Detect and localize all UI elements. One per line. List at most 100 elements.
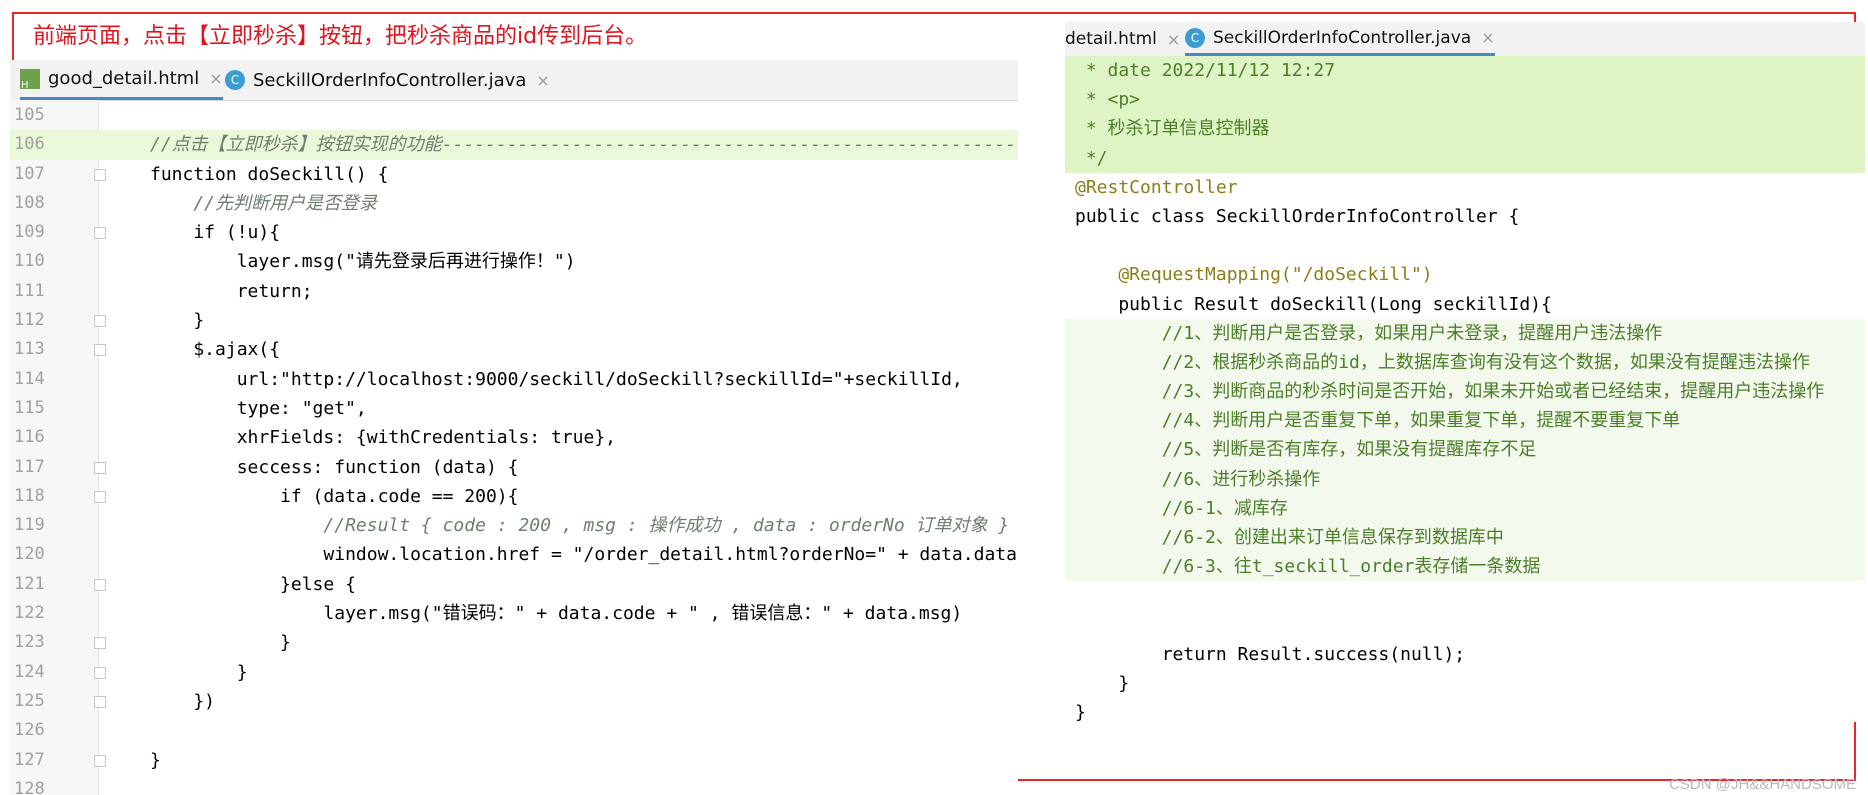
left-code-area[interactable]: 105 106 //点击【立即秒杀】按钮实现的功能-----------------… xyxy=(10,101,1018,795)
code-line[interactable]: public class SeckillOrderInfoController … xyxy=(1065,202,1865,231)
code-line[interactable]: //6-3、往t_seckill_order表存储一条数据 xyxy=(1065,552,1865,582)
line-number: 119 xyxy=(14,515,45,536)
tab-detail-html[interactable]: detail.html × xyxy=(1065,22,1180,56)
code-line[interactable]: * date 2022/11/12 12:27 xyxy=(1065,56,1865,86)
line-number: 122 xyxy=(14,603,45,624)
code-text: //1、判断用户是否登录，如果用户未登录，提醒用户违法操作 xyxy=(1075,322,1663,344)
line-number: 118 xyxy=(14,485,45,506)
code-line[interactable]: 120 window.location.href = "/order_detai… xyxy=(10,540,1018,569)
code-line[interactable]: * 秒杀订单信息控制器 xyxy=(1065,114,1865,144)
code-line[interactable]: 111 return; xyxy=(10,277,1018,306)
code-line[interactable]: */ xyxy=(1065,143,1865,173)
right-code-area[interactable]: * date 2022/11/12 12:27 * <p> * 秒杀订单信息控制… xyxy=(1065,56,1865,722)
code-text: //2、根据秒杀商品的id，上数据库查询有没有这个数据，如果没有提醒违法操作 xyxy=(1075,351,1810,373)
fold-marker-icon[interactable] xyxy=(94,461,106,474)
code-text: layer.msg("请先登录后再进行操作！") xyxy=(150,251,576,273)
code-line[interactable]: 110 layer.msg("请先登录后再进行操作！") xyxy=(10,247,1018,276)
fold-marker-icon[interactable] xyxy=(94,227,106,240)
code-text: function doSeckill() { xyxy=(150,163,389,185)
code-line[interactable]: 128 xyxy=(10,775,1018,795)
code-line[interactable]: 118 if (data.code == 200){ xyxy=(10,482,1018,511)
line-number: 106 xyxy=(14,134,45,155)
line-number: 114 xyxy=(14,368,45,389)
code-line[interactable]: 121 }else { xyxy=(10,570,1018,599)
code-text: //6、进行秒杀操作 xyxy=(1075,468,1321,490)
code-line[interactable]: //2、根据秒杀商品的id，上数据库查询有没有这个数据，如果没有提醒违法操作 xyxy=(1065,347,1865,378)
code-line[interactable]: //5、判断是否有库存，如果没有提醒库存不足 xyxy=(1065,435,1865,465)
code-line[interactable]: //4、判断用户是否重复下单，如果重复下单，提醒不要重复下单 xyxy=(1065,406,1865,436)
code-line[interactable]: 108 //先判断用户是否登录 xyxy=(10,189,1018,218)
fold-marker-icon[interactable] xyxy=(94,754,106,767)
code-line[interactable]: } xyxy=(1065,698,1865,722)
close-icon[interactable]: × xyxy=(536,71,549,90)
code-text: * <p> xyxy=(1075,89,1141,111)
code-text: } xyxy=(150,632,291,654)
line-number: 127 xyxy=(14,749,45,770)
left-tab-bar: good_detail.html × C SeckillOrderInfoCon… xyxy=(10,60,1018,101)
fold-marker-icon[interactable] xyxy=(94,168,106,181)
watermark: CSDN @JH&&HANDSOME xyxy=(1669,776,1856,793)
code-line[interactable]: //1、判断用户是否登录，如果用户未登录，提醒用户违法操作 xyxy=(1065,318,1865,348)
fold-marker-icon[interactable] xyxy=(94,695,106,708)
line-number: 105 xyxy=(14,105,45,125)
line-number: 120 xyxy=(14,544,45,565)
close-icon[interactable]: × xyxy=(1481,28,1494,47)
close-icon[interactable]: × xyxy=(1167,30,1180,49)
tab-good-detail-html[interactable]: good_detail.html × xyxy=(20,60,223,100)
code-text: } xyxy=(150,310,205,332)
code-line[interactable]: 117 seccess: function (data) { xyxy=(10,453,1018,482)
code-text: //5、判断是否有库存，如果没有提醒库存不足 xyxy=(1075,439,1537,461)
code-line[interactable]: 106 //点击【立即秒杀】按钮实现的功能--------------------… xyxy=(10,130,1018,160)
code-line[interactable]: //6-1、减库存 xyxy=(1065,493,1865,523)
code-text: url:"http://localhost:9000/seckill/doSec… xyxy=(150,368,963,390)
code-line[interactable]: 114 url:"http://localhost:9000/seckill/d… xyxy=(10,365,1018,394)
code-line[interactable]: @RequestMapping("/doSeckill") xyxy=(1065,260,1865,289)
close-icon[interactable]: × xyxy=(209,69,222,88)
code-line[interactable] xyxy=(1065,611,1865,640)
code-line[interactable] xyxy=(1065,581,1865,610)
code-line[interactable] xyxy=(1065,231,1865,260)
code-line[interactable]: 112 } xyxy=(10,306,1018,335)
code-line[interactable]: 113 $.ajax({ xyxy=(10,335,1018,364)
code-line[interactable]: 125 }) xyxy=(10,687,1018,716)
code-line[interactable]: 116 xhrFields: {withCredentials: true}, xyxy=(10,423,1018,452)
code-line[interactable]: 122 layer.msg("错误码：" + data.code + " , 错… xyxy=(10,599,1018,628)
tab-seckill-controller-java[interactable]: C SeckillOrderInfoController.java × xyxy=(1185,22,1495,56)
code-line[interactable]: 115 type: "get", xyxy=(10,394,1018,423)
code-text: * date 2022/11/12 12:27 xyxy=(1075,60,1336,81)
line-number: 124 xyxy=(14,661,45,682)
code-line[interactable]: 105 xyxy=(10,101,1018,130)
fold-marker-icon[interactable] xyxy=(94,344,106,357)
code-line[interactable]: 127} xyxy=(10,746,1018,775)
fold-marker-icon[interactable] xyxy=(94,666,106,679)
code-line[interactable]: 107 function doSeckill() { xyxy=(10,160,1018,189)
code-line[interactable]: public Result doSeckill(Long seckillId){ xyxy=(1065,290,1865,319)
java-class-icon: C xyxy=(225,70,245,90)
code-text: layer.msg("错误码：" + data.code + " , 错误信息：… xyxy=(150,603,963,625)
code-line[interactable]: //3、判断商品的秒杀时间是否开始，如果未开始或者已经结束，提醒用户违法操作 xyxy=(1065,377,1865,407)
code-line[interactable]: 124 } xyxy=(10,658,1018,687)
code-line[interactable]: 123 } xyxy=(10,628,1018,657)
code-line[interactable]: } xyxy=(1065,669,1865,698)
code-text: } xyxy=(150,749,161,771)
code-text: public Result doSeckill(Long seckillId){ xyxy=(1075,293,1552,315)
code-line[interactable]: 119 //Result { code : 200 , msg : 操作成功 ,… xyxy=(10,511,1018,540)
code-line[interactable]: 126 xyxy=(10,716,1018,745)
code-line[interactable]: 109 if (!u){ xyxy=(10,218,1018,247)
code-text: window.location.href = "/order_detail.ht… xyxy=(150,544,1018,566)
code-line[interactable]: //6-2、创建出来订单信息保存到数据库中 xyxy=(1065,523,1865,553)
fold-marker-icon[interactable] xyxy=(94,490,106,503)
code-text: public class SeckillOrderInfoController … xyxy=(1075,205,1520,227)
fold-marker-icon[interactable] xyxy=(94,637,106,650)
code-line[interactable]: @RestController xyxy=(1065,173,1865,202)
fold-marker-icon[interactable] xyxy=(94,315,106,328)
code-line[interactable]: return Result.success(null); xyxy=(1065,640,1865,669)
code-text: //4、判断用户是否重复下单，如果重复下单，提醒不要重复下单 xyxy=(1075,410,1681,432)
fold-marker-icon[interactable] xyxy=(94,578,106,591)
code-line[interactable]: //6、进行秒杀操作 xyxy=(1065,464,1865,494)
code-line[interactable]: * <p> xyxy=(1065,85,1865,115)
code-text: type: "get", xyxy=(150,397,367,419)
annotation-caption: 前端页面，点击【立即秒杀】按钮，把秒杀商品的id传到后台。 xyxy=(33,24,648,49)
tab-seckill-controller-java[interactable]: C SeckillOrderInfoController.java × xyxy=(225,60,550,100)
code-text: */ xyxy=(1075,147,1108,169)
